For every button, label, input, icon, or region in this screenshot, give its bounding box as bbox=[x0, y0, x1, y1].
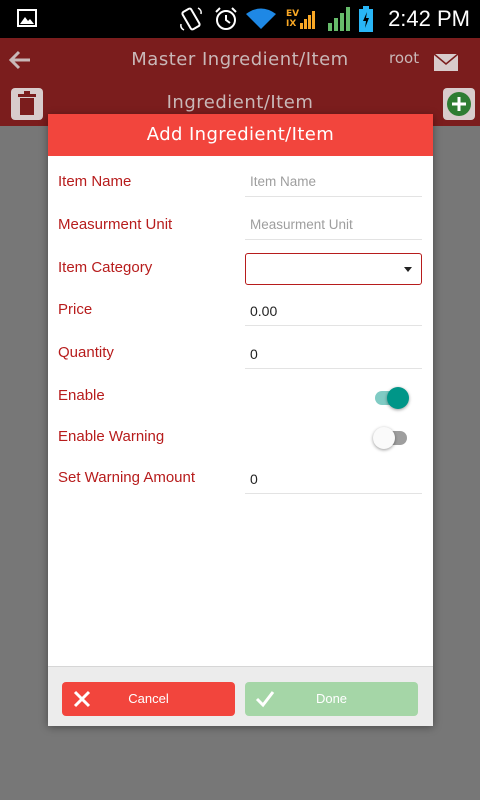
dialog-footer: Cancel Done bbox=[48, 666, 433, 726]
dropdown-caret-icon bbox=[404, 267, 412, 272]
signal-icon bbox=[328, 7, 350, 31]
item-category-select[interactable] bbox=[245, 253, 422, 285]
image-icon bbox=[17, 9, 37, 27]
quantity-input[interactable]: 0 bbox=[245, 339, 422, 369]
price-input[interactable]: 0.00 bbox=[245, 296, 422, 326]
quantity-label: Quantity bbox=[58, 344, 114, 361]
item-name-label: Item Name bbox=[58, 173, 132, 190]
rotate-icon bbox=[180, 7, 202, 31]
add-icon[interactable] bbox=[443, 88, 475, 120]
item-name-input[interactable]: Item Name bbox=[245, 167, 422, 197]
enable-warning-toggle[interactable] bbox=[373, 424, 409, 452]
price-label: Price bbox=[58, 301, 93, 318]
toggle-thumb bbox=[373, 427, 395, 449]
clock: 2:42 PM bbox=[388, 6, 470, 31]
battery-icon bbox=[359, 6, 373, 32]
enable-warning-label: Enable Warning bbox=[58, 428, 165, 445]
add-item-dialog: Add Ingredient/Item Item Name Item Name … bbox=[48, 114, 433, 726]
item-category-label: Item Category bbox=[58, 259, 153, 276]
alarm-icon bbox=[215, 7, 237, 30]
measurement-unit-input[interactable]: Measurment Unit bbox=[245, 210, 422, 240]
section-title: Ingredient/Item bbox=[166, 92, 314, 113]
measurement-unit-label: Measurment Unit bbox=[58, 216, 173, 233]
wifi-icon bbox=[246, 8, 276, 29]
signal-icon bbox=[300, 11, 315, 29]
status-bar: EV IX 2:42 PM bbox=[0, 0, 480, 38]
cancel-button-label: Cancel bbox=[128, 691, 169, 706]
enable-toggle[interactable] bbox=[373, 384, 409, 412]
mail-icon[interactable] bbox=[433, 53, 459, 72]
user-name: root bbox=[389, 49, 420, 67]
app-bar: Master Ingredient/Item root Ingredient/I… bbox=[0, 38, 480, 126]
toggle-thumb bbox=[387, 387, 409, 409]
dialog-title: Add Ingredient/Item bbox=[48, 114, 433, 156]
warning-amount-input[interactable]: 0 bbox=[245, 464, 422, 494]
enable-label: Enable bbox=[58, 387, 105, 404]
network-type-label: EV IX bbox=[286, 9, 300, 29]
cancel-button[interactable]: Cancel bbox=[62, 682, 235, 716]
done-button[interactable]: Done bbox=[245, 682, 418, 716]
done-button-label: Done bbox=[315, 691, 348, 706]
warning-amount-label: Set Warning Amount bbox=[58, 469, 196, 486]
